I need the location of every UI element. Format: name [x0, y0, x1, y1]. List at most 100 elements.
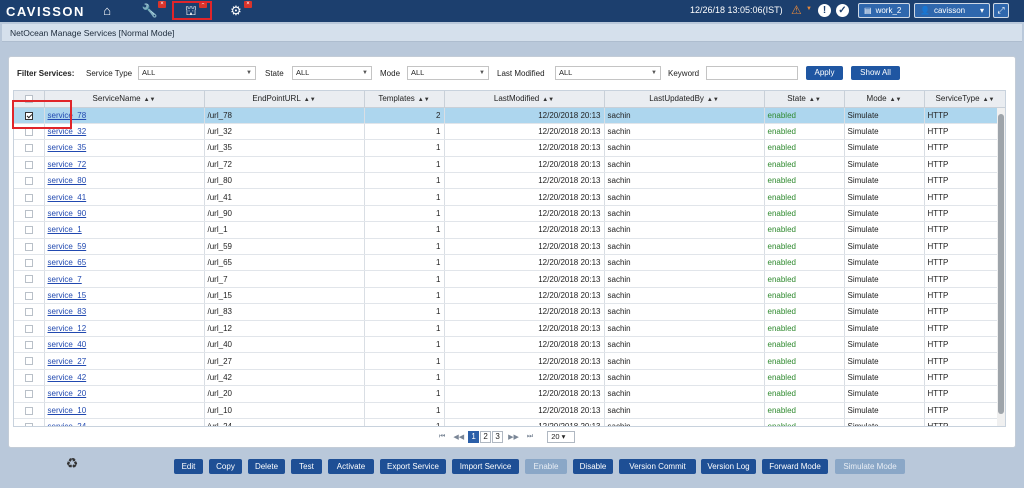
- row-checkbox[interactable]: [14, 352, 45, 370]
- column-header[interactable]: Templates ▲▼: [364, 91, 445, 108]
- table-row[interactable]: service_65/url_65 1 12/20/2018 20:13 sachin…: [14, 254, 1005, 272]
- page-number[interactable]: 3: [492, 431, 504, 443]
- table-row[interactable]: service_90/url_90 1 12/20/2018 20:13 sachin…: [14, 205, 1005, 223]
- row-checkbox[interactable]: [14, 172, 45, 190]
- service-link[interactable]: service_1: [48, 225, 82, 234]
- delete-button[interactable]: Delete: [248, 459, 285, 474]
- alert-icon[interactable]: ⚠: [791, 4, 805, 17]
- apply-button[interactable]: Apply: [806, 66, 843, 80]
- table-row[interactable]: service_27/url_27 1 12/20/2018 20:13 sachin…: [14, 352, 1005, 370]
- home-icon[interactable]: ⌂: [97, 3, 117, 19]
- service-link[interactable]: service_10: [48, 406, 87, 415]
- version-log-button[interactable]: Version Log: [701, 459, 756, 474]
- vertical-scrollbar[interactable]: [997, 108, 1005, 426]
- row-checkbox[interactable]: [14, 402, 45, 419]
- column-header[interactable]: ServiceType ▲▼: [924, 91, 1005, 108]
- next-page-icon[interactable]: ▶▶: [508, 433, 519, 441]
- service-link[interactable]: service_42: [48, 373, 87, 382]
- edit-button[interactable]: Edit: [174, 459, 203, 474]
- row-checkbox[interactable]: [14, 385, 45, 403]
- row-checkbox[interactable]: [14, 287, 45, 305]
- activate-button[interactable]: Activate: [328, 459, 374, 474]
- mode-select[interactable]: ALL ▼: [407, 66, 489, 80]
- service-type-select[interactable]: ALL ▼: [138, 66, 256, 80]
- forward-mode-button[interactable]: Forward Mode: [762, 459, 828, 474]
- wrench-icon[interactable]: 🔧 ×: [140, 1, 166, 19]
- service-link[interactable]: service_20: [48, 389, 87, 398]
- table-row[interactable]: service_10/url_10 1 12/20/2018 20:13 sachin…: [14, 402, 1005, 419]
- service-link[interactable]: service_15: [48, 291, 87, 300]
- show-all-button[interactable]: Show All: [851, 66, 900, 80]
- table-row[interactable]: service_1/url_1 1 12/20/2018 20:13 sachin en…: [14, 221, 1005, 239]
- prev-page-icon[interactable]: ◀◀: [453, 433, 464, 441]
- service-link[interactable]: service_65: [48, 258, 87, 267]
- row-checkbox[interactable]: [14, 139, 45, 157]
- info-icon[interactable]: !: [818, 4, 831, 17]
- page-number[interactable]: 1: [468, 431, 480, 443]
- table-row[interactable]: service_35/url_35 1 12/20/2018 20:13 sachin…: [14, 139, 1005, 157]
- table-row[interactable]: service_40/url_40 1 12/20/2018 20:13 sachin…: [14, 336, 1005, 354]
- check-circle-icon[interactable]: ✓: [836, 4, 849, 17]
- state-select[interactable]: ALL ▼: [292, 66, 372, 80]
- row-checkbox[interactable]: [14, 254, 45, 272]
- test-button[interactable]: Test: [291, 459, 322, 474]
- service-link[interactable]: service_40: [48, 340, 87, 349]
- row-checkbox[interactable]: [14, 418, 45, 426]
- version-commit-button[interactable]: Version Commit: [619, 459, 696, 474]
- close-icon[interactable]: ×: [244, 1, 252, 8]
- row-checkbox[interactable]: [14, 303, 45, 321]
- table-row[interactable]: service_12/url_12 1 12/20/2018 20:13 sachin…: [14, 320, 1005, 337]
- keyword-input[interactable]: [706, 66, 798, 80]
- service-link[interactable]: service_12: [48, 324, 87, 333]
- recycle-icon[interactable]: ♻: [64, 455, 80, 471]
- column-header[interactable]: Mode ▲▼: [844, 91, 925, 108]
- first-page-icon[interactable]: ⏮: [439, 433, 445, 441]
- service-link[interactable]: service_90: [48, 209, 87, 218]
- row-checkbox[interactable]: [14, 188, 45, 206]
- simulate-mode-button[interactable]: Simulate Mode: [835, 459, 905, 474]
- row-checkbox[interactable]: [14, 238, 45, 256]
- row-checkbox[interactable]: [14, 270, 45, 288]
- service-link[interactable]: service_72: [48, 160, 87, 169]
- column-header[interactable]: EndPointURL ▲▼: [204, 91, 365, 108]
- export-service-button[interactable]: Export Service: [380, 459, 446, 474]
- page-size-select[interactable]: 20 ▾: [547, 431, 576, 443]
- table-row[interactable]: service_42/url_42 1 12/20/2018 20:13 sachin…: [14, 369, 1005, 387]
- service-link[interactable]: service_59: [48, 242, 87, 251]
- service-link[interactable]: service_7: [48, 275, 82, 284]
- table-row[interactable]: service_41/url_41 1 12/20/2018 20:13 sachin…: [14, 188, 1005, 206]
- row-checkbox[interactable]: [14, 369, 45, 387]
- table-row[interactable]: service_24/url_24 1 12/20/2018 20:13 sachin…: [14, 418, 1005, 426]
- row-checkbox[interactable]: [14, 156, 45, 174]
- service-link[interactable]: service_83: [48, 307, 87, 316]
- service-link[interactable]: service_24: [48, 422, 87, 426]
- copy-button[interactable]: Copy: [209, 459, 242, 474]
- row-checkbox[interactable]: [14, 221, 45, 239]
- last-modified-select[interactable]: ALL ▼: [555, 66, 661, 80]
- table-row[interactable]: service_7/url_7 1 12/20/2018 20:13 sachin en…: [14, 270, 1005, 288]
- table-row[interactable]: service_32/url_32 1 12/20/2018 20:13 sachin…: [14, 123, 1005, 141]
- row-checkbox[interactable]: [14, 336, 45, 354]
- last-page-icon[interactable]: ⏭: [527, 433, 533, 441]
- enable-button[interactable]: Enable: [525, 459, 567, 474]
- settings-icon[interactable]: ⚙ ×: [226, 1, 252, 19]
- service-link[interactable]: service_80: [48, 176, 87, 185]
- row-checkbox[interactable]: [14, 205, 45, 223]
- table-row[interactable]: service_72/url_72 1 12/20/2018 20:13 sachin…: [14, 156, 1005, 174]
- import-service-button[interactable]: Import Service: [452, 459, 519, 474]
- table-row[interactable]: service_20/url_20 1 12/20/2018 20:13 sachin…: [14, 385, 1005, 403]
- user-menu-button[interactable]: 👤 cavisson ▾: [914, 3, 990, 18]
- service-link[interactable]: service_35: [48, 143, 87, 152]
- workspace-button[interactable]: ▤ work_2: [858, 3, 910, 18]
- table-row[interactable]: service_80/url_80 1 12/20/2018 20:13 sachin…: [14, 172, 1005, 190]
- table-row[interactable]: service_78/url_78 2 12/20/2018 20:13 sachin…: [14, 107, 1005, 124]
- close-icon[interactable]: ×: [158, 1, 166, 8]
- table-row[interactable]: service_59/url_59 1 12/20/2018 20:13 sachin…: [14, 238, 1005, 256]
- page-number[interactable]: 2: [480, 431, 492, 443]
- expand-icon[interactable]: ⤢: [993, 3, 1009, 18]
- chevron-down-icon[interactable]: ▼: [806, 6, 812, 12]
- column-header[interactable]: LastUpdatedBy ▲▼: [604, 91, 765, 108]
- service-link[interactable]: service_27: [48, 357, 87, 366]
- service-link[interactable]: service_41: [48, 193, 87, 202]
- column-header[interactable]: State ▲▼: [764, 91, 845, 108]
